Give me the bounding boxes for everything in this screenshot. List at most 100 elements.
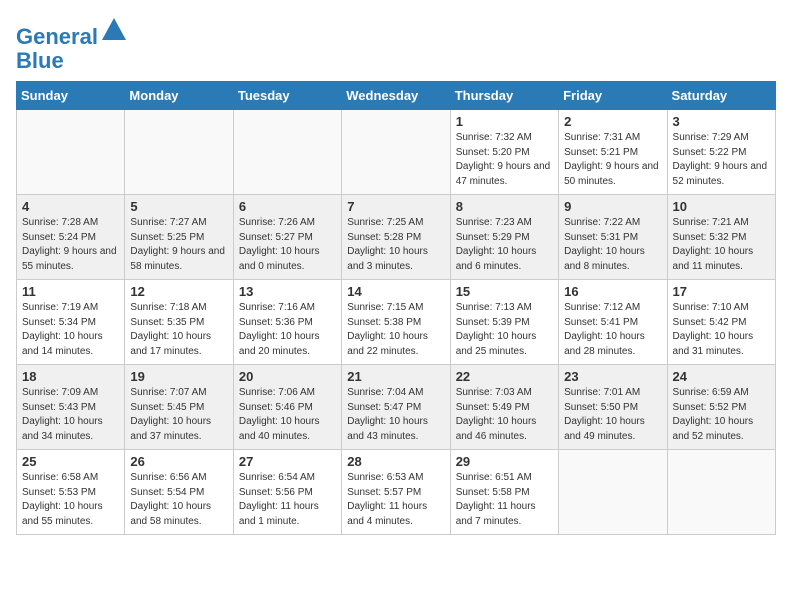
day-cell: 24 Sunrise: 6:59 AM Sunset: 5:52 PM Dayli…: [667, 365, 775, 450]
day-info: Sunrise: 6:54 AM Sunset: 5:56 PM Dayligh…: [239, 471, 336, 529]
day-cell: 6 Sunrise: 7:26 AM Sunset: 5:27 PM Daylig…: [233, 195, 341, 280]
day-number: 19: [130, 369, 227, 384]
day-number: 12: [130, 284, 227, 299]
day-number: 22: [456, 369, 553, 384]
day-cell: 29 Sunrise: 6:51 AM Sunset: 5:58 PM Dayli…: [450, 450, 558, 535]
week-row-3: 11 Sunrise: 7:19 AM Sunset: 5:34 PM Dayli…: [17, 280, 776, 365]
header-row: SundayMondayTuesdayWednesdayThursdayFrid…: [17, 82, 776, 110]
day-info: Sunrise: 7:27 AM Sunset: 5:25 PM Dayligh…: [130, 216, 227, 274]
day-number: 6: [239, 199, 336, 214]
day-cell: 22 Sunrise: 7:03 AM Sunset: 5:49 PM Dayli…: [450, 365, 558, 450]
header: General Blue: [16, 16, 776, 73]
day-info: Sunrise: 6:59 AM Sunset: 5:52 PM Dayligh…: [673, 386, 770, 444]
day-cell: [125, 110, 233, 195]
day-cell: 1 Sunrise: 7:32 AM Sunset: 5:20 PM Daylig…: [450, 110, 558, 195]
day-number: 7: [347, 199, 444, 214]
day-number: 15: [456, 284, 553, 299]
day-cell: 14 Sunrise: 7:15 AM Sunset: 5:38 PM Dayli…: [342, 280, 450, 365]
day-cell: 3 Sunrise: 7:29 AM Sunset: 5:22 PM Daylig…: [667, 110, 775, 195]
week-row-2: 4 Sunrise: 7:28 AM Sunset: 5:24 PM Daylig…: [17, 195, 776, 280]
day-info: Sunrise: 7:15 AM Sunset: 5:38 PM Dayligh…: [347, 301, 444, 359]
day-number: 20: [239, 369, 336, 384]
day-cell: 7 Sunrise: 7:25 AM Sunset: 5:28 PM Daylig…: [342, 195, 450, 280]
day-cell: 15 Sunrise: 7:13 AM Sunset: 5:39 PM Dayli…: [450, 280, 558, 365]
logo: General Blue: [16, 16, 128, 73]
day-cell: 19 Sunrise: 7:07 AM Sunset: 5:45 PM Dayli…: [125, 365, 233, 450]
day-number: 16: [564, 284, 661, 299]
day-info: Sunrise: 7:07 AM Sunset: 5:45 PM Dayligh…: [130, 386, 227, 444]
day-number: 2: [564, 114, 661, 129]
day-cell: 18 Sunrise: 7:09 AM Sunset: 5:43 PM Dayli…: [17, 365, 125, 450]
day-cell: 16 Sunrise: 7:12 AM Sunset: 5:41 PM Dayli…: [559, 280, 667, 365]
day-info: Sunrise: 7:32 AM Sunset: 5:20 PM Dayligh…: [456, 131, 553, 189]
logo-general: General: [16, 24, 98, 49]
day-info: Sunrise: 7:03 AM Sunset: 5:49 PM Dayligh…: [456, 386, 553, 444]
day-info: Sunrise: 7:28 AM Sunset: 5:24 PM Dayligh…: [22, 216, 119, 274]
day-cell: 11 Sunrise: 7:19 AM Sunset: 5:34 PM Dayli…: [17, 280, 125, 365]
day-cell: [17, 110, 125, 195]
day-cell: 26 Sunrise: 6:56 AM Sunset: 5:54 PM Dayli…: [125, 450, 233, 535]
day-cell: 9 Sunrise: 7:22 AM Sunset: 5:31 PM Daylig…: [559, 195, 667, 280]
day-info: Sunrise: 7:13 AM Sunset: 5:39 PM Dayligh…: [456, 301, 553, 359]
day-info: Sunrise: 7:06 AM Sunset: 5:46 PM Dayligh…: [239, 386, 336, 444]
day-number: 24: [673, 369, 770, 384]
day-number: 3: [673, 114, 770, 129]
day-info: Sunrise: 7:26 AM Sunset: 5:27 PM Dayligh…: [239, 216, 336, 274]
day-number: 17: [673, 284, 770, 299]
day-info: Sunrise: 7:19 AM Sunset: 5:34 PM Dayligh…: [22, 301, 119, 359]
day-cell: 10Sunrise: 7:21 AM Sunset: 5:32 PM Dayli…: [667, 195, 775, 280]
day-number: 28: [347, 454, 444, 469]
day-cell: 20 Sunrise: 7:06 AM Sunset: 5:46 PM Dayli…: [233, 365, 341, 450]
day-info: Sunrise: 6:53 AM Sunset: 5:57 PM Dayligh…: [347, 471, 444, 529]
day-info: Sunrise: 7:31 AM Sunset: 5:21 PM Dayligh…: [564, 131, 661, 189]
day-cell: [667, 450, 775, 535]
day-cell: 27Sunrise: 6:54 AM Sunset: 5:56 PM Dayli…: [233, 450, 341, 535]
logo-blue: Blue: [16, 48, 64, 73]
day-cell: 2 Sunrise: 7:31 AM Sunset: 5:21 PM Daylig…: [559, 110, 667, 195]
col-header-sunday: Sunday: [17, 82, 125, 110]
day-number: 29: [456, 454, 553, 469]
day-info: Sunrise: 7:23 AM Sunset: 5:29 PM Dayligh…: [456, 216, 553, 274]
day-info: Sunrise: 6:56 AM Sunset: 5:54 PM Dayligh…: [130, 471, 227, 529]
day-number: 10: [673, 199, 770, 214]
day-number: 4: [22, 199, 119, 214]
day-number: 5: [130, 199, 227, 214]
day-info: Sunrise: 7:09 AM Sunset: 5:43 PM Dayligh…: [22, 386, 119, 444]
day-number: 18: [22, 369, 119, 384]
day-info: Sunrise: 6:51 AM Sunset: 5:58 PM Dayligh…: [456, 471, 553, 529]
col-header-tuesday: Tuesday: [233, 82, 341, 110]
col-header-friday: Friday: [559, 82, 667, 110]
day-cell: [233, 110, 341, 195]
week-row-1: 1 Sunrise: 7:32 AM Sunset: 5:20 PM Daylig…: [17, 110, 776, 195]
day-info: Sunrise: 7:10 AM Sunset: 5:42 PM Dayligh…: [673, 301, 770, 359]
day-number: 21: [347, 369, 444, 384]
col-header-wednesday: Wednesday: [342, 82, 450, 110]
day-cell: 28 Sunrise: 6:53 AM Sunset: 5:57 PM Dayli…: [342, 450, 450, 535]
day-number: 14: [347, 284, 444, 299]
day-info: Sunrise: 7:04 AM Sunset: 5:47 PM Dayligh…: [347, 386, 444, 444]
day-info: Sunrise: 7:12 AM Sunset: 5:41 PM Dayligh…: [564, 301, 661, 359]
day-info: Sunrise: 7:25 AM Sunset: 5:28 PM Dayligh…: [347, 216, 444, 274]
day-number: 8: [456, 199, 553, 214]
day-info: Sunrise: 6:58 AM Sunset: 5:53 PM Dayligh…: [22, 471, 119, 529]
col-header-thursday: Thursday: [450, 82, 558, 110]
day-number: 9: [564, 199, 661, 214]
calendar-table: SundayMondayTuesdayWednesdayThursdayFrid…: [16, 81, 776, 535]
day-number: 26: [130, 454, 227, 469]
day-cell: 21 Sunrise: 7:04 AM Sunset: 5:47 PM Dayli…: [342, 365, 450, 450]
week-row-5: 25 Sunrise: 6:58 AM Sunset: 5:53 PM Dayli…: [17, 450, 776, 535]
day-info: Sunrise: 7:29 AM Sunset: 5:22 PM Dayligh…: [673, 131, 770, 189]
day-info: Sunrise: 7:22 AM Sunset: 5:31 PM Dayligh…: [564, 216, 661, 274]
logo-icon: [100, 16, 128, 44]
day-number: 1: [456, 114, 553, 129]
day-cell: 8 Sunrise: 7:23 AM Sunset: 5:29 PM Daylig…: [450, 195, 558, 280]
day-info: Sunrise: 7:16 AM Sunset: 5:36 PM Dayligh…: [239, 301, 336, 359]
day-number: 25: [22, 454, 119, 469]
day-number: 11: [22, 284, 119, 299]
day-cell: 25 Sunrise: 6:58 AM Sunset: 5:53 PM Dayli…: [17, 450, 125, 535]
day-cell: 5 Sunrise: 7:27 AM Sunset: 5:25 PM Daylig…: [125, 195, 233, 280]
day-cell: 4 Sunrise: 7:28 AM Sunset: 5:24 PM Daylig…: [17, 195, 125, 280]
col-header-saturday: Saturday: [667, 82, 775, 110]
day-cell: 17 Sunrise: 7:10 AM Sunset: 5:42 PM Dayli…: [667, 280, 775, 365]
col-header-monday: Monday: [125, 82, 233, 110]
